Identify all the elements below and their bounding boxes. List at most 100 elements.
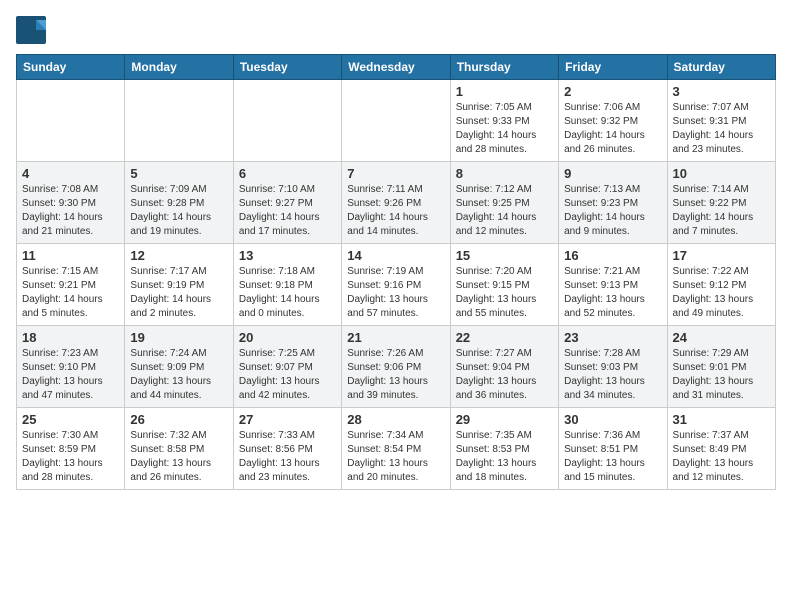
day-info: Sunrise: 7:15 AM Sunset: 9:21 PM Dayligh…: [22, 265, 119, 321]
day-number: 4: [22, 166, 119, 181]
calendar-cell: 26 Sunrise: 7:32 AM Sunset: 8:58 PM Dayli…: [125, 408, 233, 490]
calendar-week-row: 4Sunrise: 7:08 AM Sunset: 9:30 PM Daylig…: [17, 162, 776, 244]
day-number: 30: [564, 412, 661, 427]
day-number: 15: [456, 248, 553, 263]
day-number: 20: [239, 330, 336, 345]
day-number: 31: [673, 412, 770, 427]
calendar-cell: [342, 80, 450, 162]
day-number: 10: [673, 166, 770, 181]
calendar-cell: 9 Sunrise: 7:13 AM Sunset: 9:23 PM Daylig…: [559, 162, 667, 244]
header-monday: Monday: [125, 55, 233, 80]
day-info: Sunrise: 7:23 AM Sunset: 9:10 PM Dayligh…: [22, 347, 119, 403]
calendar-cell: 12 Sunrise: 7:17 AM Sunset: 9:19 PM Dayli…: [125, 244, 233, 326]
day-info: Sunrise: 7:35 AM Sunset: 8:53 PM Dayligh…: [456, 429, 553, 485]
day-number: 24: [673, 330, 770, 345]
day-number: 18: [22, 330, 119, 345]
calendar-cell: 5 Sunrise: 7:09 AM Sunset: 9:28 PM Daylig…: [125, 162, 233, 244]
calendar-cell: 15 Sunrise: 7:20 AM Sunset: 9:15 PM Dayli…: [450, 244, 558, 326]
day-number: 2: [564, 84, 661, 99]
calendar-cell: 27Sunrise: 7:33 AM Sunset: 8:56 PM Dayli…: [233, 408, 341, 490]
day-info: Sunrise: 7:18 AM Sunset: 9:18 PM Dayligh…: [239, 265, 336, 321]
day-info: Sunrise: 7:28 AM Sunset: 9:03 PM Dayligh…: [564, 347, 661, 403]
day-info: Sunrise: 7:17 AM Sunset: 9:19 PM Dayligh…: [130, 265, 227, 321]
calendar-cell: 24Sunrise: 7:29 AM Sunset: 9:01 PM Dayli…: [667, 326, 775, 408]
day-number: 9: [564, 166, 661, 181]
page-header: [16, 16, 776, 44]
day-number: 17: [673, 248, 770, 263]
calendar-cell: 4Sunrise: 7:08 AM Sunset: 9:30 PM Daylig…: [17, 162, 125, 244]
day-number: 21: [347, 330, 444, 345]
day-number: 7: [347, 166, 444, 181]
calendar-cell: 22 Sunrise: 7:27 AM Sunset: 9:04 PM Dayli…: [450, 326, 558, 408]
day-number: 3: [673, 84, 770, 99]
day-number: 11: [22, 248, 119, 263]
day-info: Sunrise: 7:36 AM Sunset: 8:51 PM Dayligh…: [564, 429, 661, 485]
calendar-cell: 2 Sunrise: 7:06 AM Sunset: 9:32 PM Daylig…: [559, 80, 667, 162]
day-info: Sunrise: 7:25 AM Sunset: 9:07 PM Dayligh…: [239, 347, 336, 403]
calendar-cell: 28 Sunrise: 7:34 AM Sunset: 8:54 PM Dayli…: [342, 408, 450, 490]
day-number: 22: [456, 330, 553, 345]
header-saturday: Saturday: [667, 55, 775, 80]
day-number: 28: [347, 412, 444, 427]
day-info: Sunrise: 7:06 AM Sunset: 9:32 PM Dayligh…: [564, 101, 661, 157]
day-number: 6: [239, 166, 336, 181]
day-info: Sunrise: 7:21 AM Sunset: 9:13 PM Dayligh…: [564, 265, 661, 321]
header-sunday: Sunday: [17, 55, 125, 80]
day-number: 26: [130, 412, 227, 427]
header-tuesday: Tuesday: [233, 55, 341, 80]
calendar-cell: 3 Sunrise: 7:07 AM Sunset: 9:31 PM Daylig…: [667, 80, 775, 162]
day-info: Sunrise: 7:05 AM Sunset: 9:33 PM Dayligh…: [456, 101, 553, 157]
calendar-week-row: 1Sunrise: 7:05 AM Sunset: 9:33 PM Daylig…: [17, 80, 776, 162]
day-number: 16: [564, 248, 661, 263]
calendar-cell: 13 Sunrise: 7:18 AM Sunset: 9:18 PM Dayli…: [233, 244, 341, 326]
calendar-cell: [17, 80, 125, 162]
calendar-cell: 29 Sunrise: 7:35 AM Sunset: 8:53 PM Dayli…: [450, 408, 558, 490]
day-info: Sunrise: 7:30 AM Sunset: 8:59 PM Dayligh…: [22, 429, 119, 485]
logo-icon: [16, 16, 48, 44]
day-info: Sunrise: 7:37 AM Sunset: 8:49 PM Dayligh…: [673, 429, 770, 485]
day-number: 25: [22, 412, 119, 427]
day-number: 14: [347, 248, 444, 263]
calendar-cell: 18 Sunrise: 7:23 AM Sunset: 9:10 PM Dayli…: [17, 326, 125, 408]
calendar-cell: [125, 80, 233, 162]
day-info: Sunrise: 7:11 AM Sunset: 9:26 PM Dayligh…: [347, 183, 444, 239]
weekday-header-row: Sunday Monday Tuesday Wednesday Thursday…: [17, 55, 776, 80]
calendar-cell: 7 Sunrise: 7:11 AM Sunset: 9:26 PM Daylig…: [342, 162, 450, 244]
calendar-cell: 1Sunrise: 7:05 AM Sunset: 9:33 PM Daylig…: [450, 80, 558, 162]
day-number: 5: [130, 166, 227, 181]
day-info: Sunrise: 7:27 AM Sunset: 9:04 PM Dayligh…: [456, 347, 553, 403]
day-info: Sunrise: 7:33 AM Sunset: 8:56 PM Dayligh…: [239, 429, 336, 485]
calendar-cell: 23 Sunrise: 7:28 AM Sunset: 9:03 PM Dayli…: [559, 326, 667, 408]
day-info: Sunrise: 7:07 AM Sunset: 9:31 PM Dayligh…: [673, 101, 770, 157]
calendar-cell: 10Sunrise: 7:14 AM Sunset: 9:22 PM Dayli…: [667, 162, 775, 244]
calendar-week-row: 11 Sunrise: 7:15 AM Sunset: 9:21 PM Dayli…: [17, 244, 776, 326]
day-info: Sunrise: 7:09 AM Sunset: 9:28 PM Dayligh…: [130, 183, 227, 239]
day-info: Sunrise: 7:24 AM Sunset: 9:09 PM Dayligh…: [130, 347, 227, 403]
calendar-week-row: 18 Sunrise: 7:23 AM Sunset: 9:10 PM Dayli…: [17, 326, 776, 408]
day-number: 12: [130, 248, 227, 263]
day-info: Sunrise: 7:20 AM Sunset: 9:15 PM Dayligh…: [456, 265, 553, 321]
calendar-cell: 16 Sunrise: 7:21 AM Sunset: 9:13 PM Dayli…: [559, 244, 667, 326]
calendar-cell: 6Sunrise: 7:10 AM Sunset: 9:27 PM Daylig…: [233, 162, 341, 244]
day-number: 8: [456, 166, 553, 181]
day-number: 23: [564, 330, 661, 345]
day-number: 13: [239, 248, 336, 263]
day-number: 19: [130, 330, 227, 345]
header-wednesday: Wednesday: [342, 55, 450, 80]
day-info: Sunrise: 7:13 AM Sunset: 9:23 PM Dayligh…: [564, 183, 661, 239]
calendar-cell: 25 Sunrise: 7:30 AM Sunset: 8:59 PM Dayli…: [17, 408, 125, 490]
calendar-cell: 11 Sunrise: 7:15 AM Sunset: 9:21 PM Dayli…: [17, 244, 125, 326]
calendar-cell: 14 Sunrise: 7:19 AM Sunset: 9:16 PM Dayli…: [342, 244, 450, 326]
calendar-cell: 20 Sunrise: 7:25 AM Sunset: 9:07 PM Dayli…: [233, 326, 341, 408]
header-friday: Friday: [559, 55, 667, 80]
header-thursday: Thursday: [450, 55, 558, 80]
calendar-cell: 8Sunrise: 7:12 AM Sunset: 9:25 PM Daylig…: [450, 162, 558, 244]
calendar-table: Sunday Monday Tuesday Wednesday Thursday…: [16, 54, 776, 490]
calendar-cell: 31 Sunrise: 7:37 AM Sunset: 8:49 PM Dayli…: [667, 408, 775, 490]
calendar-week-row: 25 Sunrise: 7:30 AM Sunset: 8:59 PM Dayli…: [17, 408, 776, 490]
logo: [16, 16, 50, 44]
day-number: 29: [456, 412, 553, 427]
day-info: Sunrise: 7:19 AM Sunset: 9:16 PM Dayligh…: [347, 265, 444, 321]
day-info: Sunrise: 7:32 AM Sunset: 8:58 PM Dayligh…: [130, 429, 227, 485]
day-info: Sunrise: 7:34 AM Sunset: 8:54 PM Dayligh…: [347, 429, 444, 485]
